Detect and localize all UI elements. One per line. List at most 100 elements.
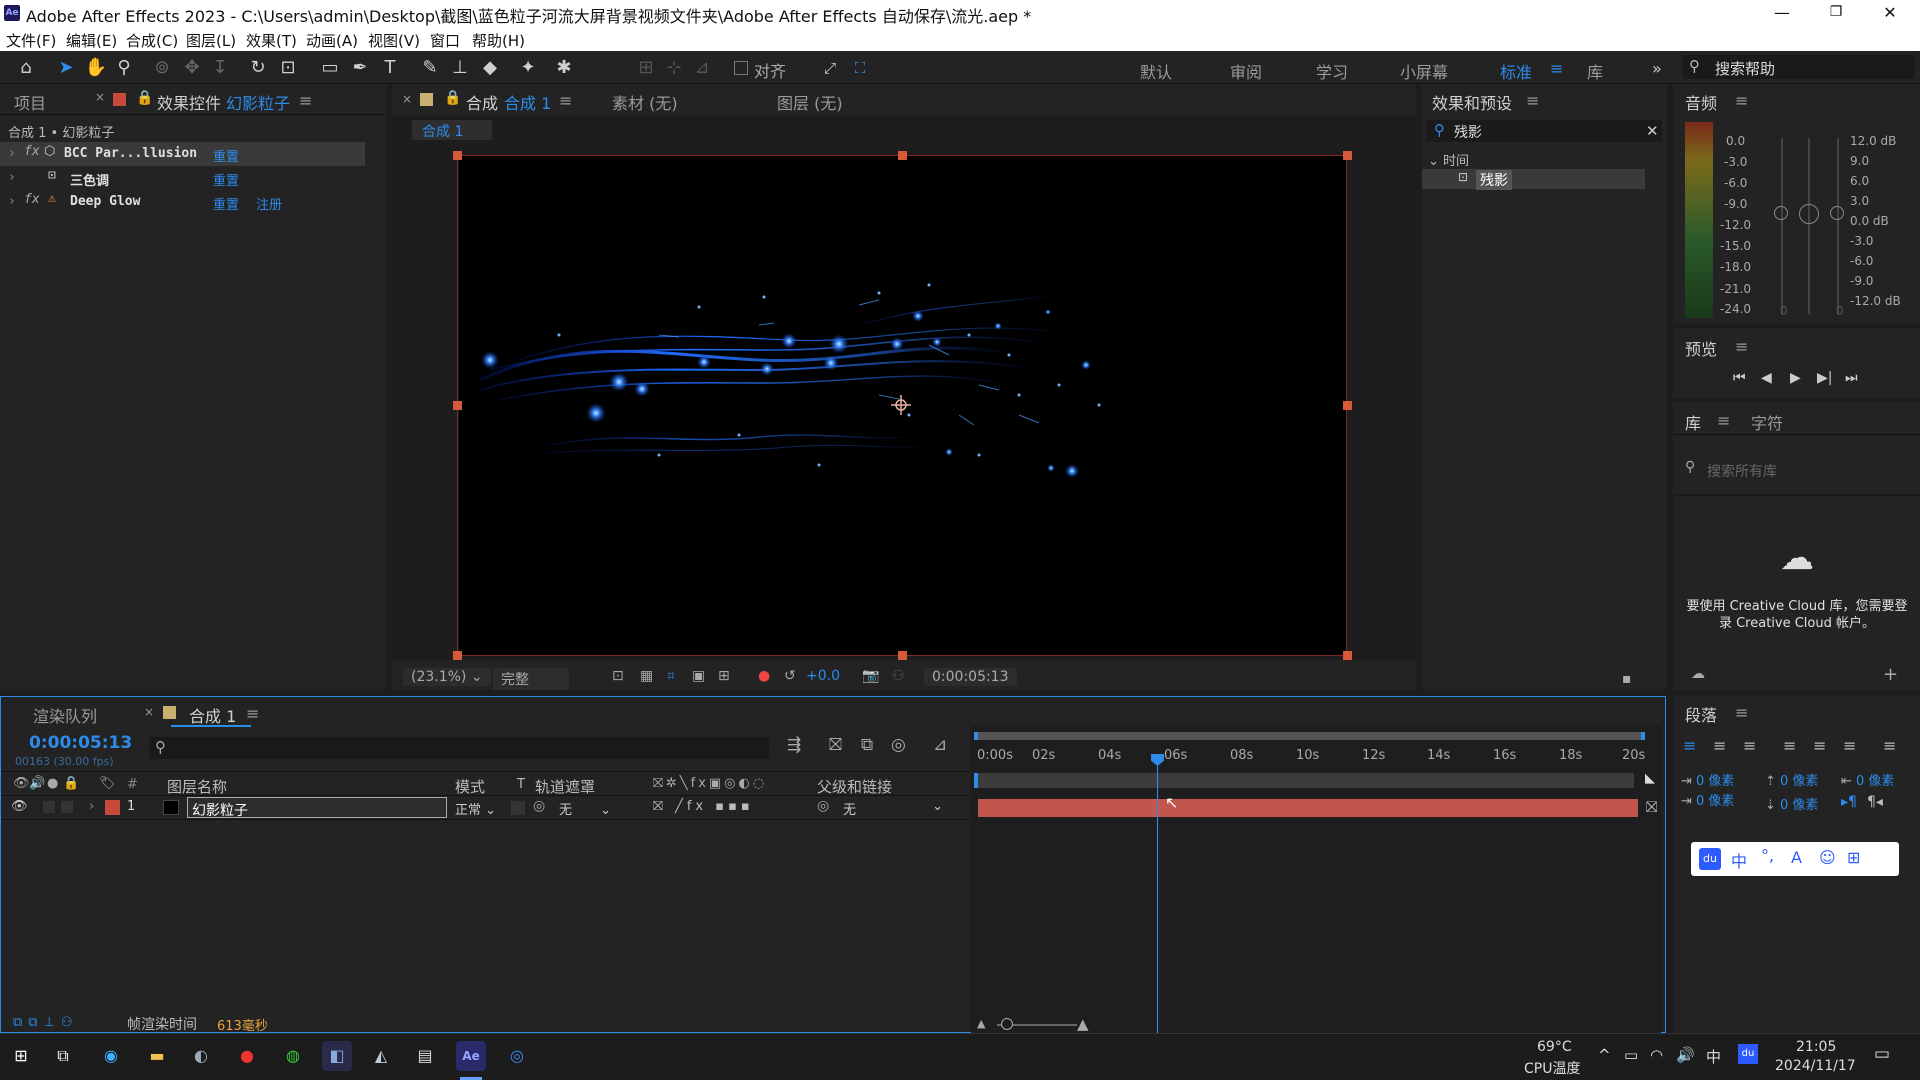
justify-last-center-icon[interactable]: ≡	[1813, 736, 1826, 755]
tab-composition[interactable]: 合成	[466, 90, 498, 114]
zoom-out-icon[interactable]: ▲	[977, 1017, 985, 1030]
rectangle-tool-icon[interactable]: ▭	[318, 56, 342, 80]
space-after[interactable]: ⇣ 0 像素	[1765, 794, 1818, 813]
time-navigator[interactable]	[974, 773, 1634, 788]
fx-toggle-icon[interactable]: fx	[24, 144, 40, 159]
layer-handle[interactable]	[453, 401, 462, 410]
volume-icon[interactable]: 🔊	[1676, 1046, 1695, 1064]
track-matte-dropdown[interactable]: 无 ⌄	[559, 799, 611, 818]
tab-character[interactable]: 字符	[1751, 410, 1783, 434]
color-channel-icon[interactable]: ●	[758, 668, 770, 684]
layer-handle[interactable]	[1343, 151, 1352, 160]
frame-blending-icon[interactable]: ⧉	[861, 735, 873, 755]
panel-menu-icon[interactable]: ≡	[1735, 703, 1748, 722]
expand-arrow-icon[interactable]: ›	[8, 170, 16, 185]
close-tab-icon[interactable]: ×	[144, 705, 154, 719]
close-tab-icon[interactable]: ×	[95, 90, 105, 104]
close-button[interactable]: ✕	[1862, 0, 1918, 27]
volume-slider-right[interactable]	[1830, 206, 1844, 220]
preview-title[interactable]: 预览	[1685, 336, 1717, 360]
edge-icon[interactable]: ◉	[96, 1041, 126, 1071]
layer-handle[interactable]	[1343, 401, 1352, 410]
layer-duration-bar[interactable]	[978, 799, 1638, 817]
brush-tool-icon[interactable]: ✎	[418, 56, 442, 80]
region-of-interest-icon[interactable]: ▣	[692, 668, 705, 684]
file-explorer-icon[interactable]: ▬	[142, 1041, 172, 1071]
tab-render-queue[interactable]: 渲染队列	[33, 703, 97, 727]
reset-exposure-icon[interactable]: ↺	[784, 668, 796, 684]
layer-switches[interactable]: ⛝ ╱fx ▪▪▪	[653, 799, 754, 814]
task-view-icon[interactable]: ⧉	[48, 1041, 78, 1071]
shy-layers-icon[interactable]: ⛝	[829, 735, 842, 755]
snap-options-icon[interactable]: ⤢	[818, 56, 842, 80]
play-icon[interactable]: ▶	[1790, 370, 1801, 386]
app-icon[interactable]: ◎	[502, 1041, 532, 1071]
effect-row[interactable]: › fx ⬡ BCC Par...llusion 重置	[0, 142, 365, 166]
reset-link[interactable]: 重置	[213, 170, 239, 189]
effect-item-row[interactable]: ⊡ 残影	[1422, 169, 1645, 190]
ime-toolbar[interactable]: du 中 °, A ☺ ⊞	[1691, 842, 1899, 876]
layer-handle[interactable]	[453, 651, 462, 660]
record-icon[interactable]: ●	[232, 1041, 262, 1071]
maximize-button[interactable]: ❐	[1808, 0, 1864, 27]
resolution-dropdown[interactable]: 完整	[493, 668, 569, 690]
layer-handle[interactable]	[898, 151, 907, 160]
green-app-icon[interactable]: ◍	[278, 1041, 308, 1071]
layer-handle[interactable]	[453, 151, 462, 160]
anchor-tool-icon[interactable]: ⊡	[276, 56, 300, 80]
more-workspaces-button[interactable]: »	[1652, 59, 1662, 78]
indent-left[interactable]: ⇥ 0 像素	[1681, 770, 1734, 789]
notification-center-icon[interactable]: ▭	[1874, 1044, 1890, 1064]
tab-footage[interactable]: 素材 (无)	[612, 90, 678, 114]
panel-menu-icon[interactable]: ≡	[1735, 337, 1748, 356]
ime-emoji-icon[interactable]: ☺	[1819, 848, 1836, 867]
menu-composition[interactable]: 合成(C)	[126, 30, 178, 51]
roto-brush-icon[interactable]: ✦	[516, 56, 540, 80]
visibility-eye-icon[interactable]: 👁	[11, 799, 28, 814]
library-search-placeholder[interactable]: 搜索所有库	[1707, 461, 1777, 481]
grid-guides-icon[interactable]: ⊞	[718, 668, 730, 684]
minimize-button[interactable]: —	[1754, 0, 1810, 27]
fast-preview-icon[interactable]: ⊡	[612, 668, 624, 684]
volume-slider-left[interactable]	[1774, 206, 1788, 220]
workspace-learn[interactable]: 学习	[1316, 59, 1348, 83]
parent-pickwhip-icon[interactable]: ◎	[817, 798, 829, 814]
media-app-icon[interactable]: ◧	[322, 1041, 352, 1071]
battery-icon[interactable]: ▭	[1624, 1046, 1638, 1064]
after-effects-taskbar-icon[interactable]: Ae	[456, 1041, 486, 1071]
justify-last-left-icon[interactable]: ≡	[1783, 736, 1796, 755]
effect-row[interactable]: › ⊡ 三色调 重置	[0, 166, 365, 190]
reset-link[interactable]: 重置	[213, 146, 239, 165]
panel-menu-icon[interactable]: ≡	[1526, 91, 1539, 110]
indent-right[interactable]: ⇤ 0 像素	[1841, 770, 1894, 789]
workspace-default[interactable]: 默认	[1140, 59, 1172, 83]
menu-edit[interactable]: 编辑(E)	[66, 30, 117, 51]
lock-toggle[interactable]	[61, 801, 73, 813]
effects-presets-title[interactable]: 效果和预设	[1432, 90, 1512, 114]
clock-time[interactable]: 21:05	[1796, 1039, 1836, 1055]
motion-blur-icon[interactable]: ◎	[891, 735, 906, 755]
ime-language[interactable]: 中	[1706, 1046, 1721, 1067]
paragraph-title[interactable]: 段落	[1685, 702, 1717, 726]
volume-slider-master[interactable]	[1799, 204, 1819, 224]
new-preset-icon[interactable]: ▪	[1622, 671, 1632, 687]
transparency-grid-icon[interactable]: ▦	[640, 668, 653, 684]
exposure-value[interactable]: +0.0	[806, 668, 840, 684]
zoom-dropdown[interactable]: (23.1%) ⌄	[403, 668, 491, 686]
align-right-icon[interactable]: ≡	[1743, 736, 1756, 755]
solo-toggle[interactable]	[43, 801, 55, 813]
workspace-library[interactable]: 库	[1587, 59, 1603, 83]
snapshot-icon[interactable]: 📷	[862, 668, 879, 684]
tab-composition-name[interactable]: 合成 1	[504, 90, 551, 114]
ltr-direction-icon[interactable]: ▸¶	[1841, 794, 1857, 810]
layer-name-field[interactable]: 幻影粒子	[187, 797, 447, 819]
workspace-small-screen[interactable]: 小屏幕	[1400, 59, 1448, 83]
layer-handle[interactable]	[898, 651, 907, 660]
windows-start-icon[interactable]: ⊞	[6, 1041, 36, 1071]
comp-navigator-button[interactable]: 合成 1	[412, 120, 492, 140]
search-help-field[interactable]: ⚲ 搜索帮助	[1683, 55, 1915, 79]
align-left-icon[interactable]: ≡	[1683, 736, 1696, 755]
axis-local-icon[interactable]: ⊞	[634, 56, 658, 80]
expand-arrow-icon[interactable]: ›	[89, 799, 94, 814]
viewer-timecode[interactable]: 0:00:05:13	[924, 668, 1017, 686]
